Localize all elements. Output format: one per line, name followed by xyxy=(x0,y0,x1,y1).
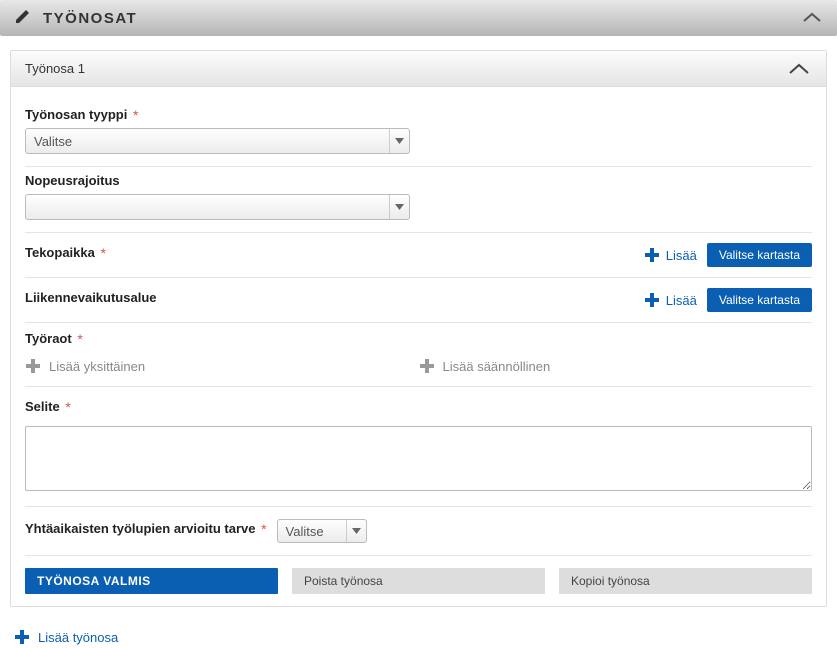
field-tarve: Yhtäaikaisten työlupien arvioitu tarve *… xyxy=(25,507,812,556)
section-header-tyonosat[interactable]: TYÖNOSAT xyxy=(0,0,837,36)
field-tyoraot: Työraot * Lisää yksittäinen Lisää säännö… xyxy=(25,323,812,387)
label-liikenne: Liikennevaikutusalue xyxy=(25,290,157,305)
panel-body: Työnosan tyyppi * Valitse Nopeusrajoitus xyxy=(11,87,826,606)
add-tekopaikka-link[interactable]: Lisää xyxy=(644,247,697,263)
field-tyyppi: Työnosan tyyppi * Valitse xyxy=(25,101,812,167)
field-tekopaikka: Tekopaikka * Lisää Valitse kartasta xyxy=(25,233,812,278)
required-star: * xyxy=(65,399,70,415)
required-star: * xyxy=(100,245,105,261)
label-tarve: Yhtäaikaisten työlupien arvioitu tarve xyxy=(25,521,255,536)
label-tyoraot: Työraot xyxy=(25,331,72,346)
textarea-selite[interactable] xyxy=(25,426,812,491)
remove-button[interactable]: Poista työnosa xyxy=(292,568,545,594)
select-tarve[interactable]: Valitse xyxy=(277,519,367,543)
plus-icon xyxy=(14,629,30,645)
add-liikenne-link[interactable]: Lisää xyxy=(644,292,697,308)
select-nopeus[interactable] xyxy=(25,194,410,220)
chevron-down-icon xyxy=(389,195,409,219)
required-star: * xyxy=(133,107,138,123)
required-star: * xyxy=(77,331,82,347)
add-recurring-label: Lisää säännöllinen xyxy=(443,359,551,374)
add-tyonosa-link[interactable]: Lisää työnosa xyxy=(14,629,118,645)
label-nopeus: Nopeusrajoitus xyxy=(25,173,120,188)
map-tekopaikka-button[interactable]: Valitse kartasta xyxy=(707,243,812,267)
panel-title: Työnosa 1 xyxy=(25,61,85,76)
panel-header[interactable]: Työnosa 1 xyxy=(11,51,826,87)
add-single-label: Lisää yksittäinen xyxy=(49,359,145,374)
field-liikenne: Liikennevaikutusalue Lisää Valitse karta… xyxy=(25,278,812,323)
map-liikenne-button[interactable]: Valitse kartasta xyxy=(707,288,812,312)
panel-tyonosa-1: Työnosa 1 Työnosan tyyppi * Valitse xyxy=(10,50,827,607)
section-title: TYÖNOSAT xyxy=(43,10,137,27)
button-bar: TYÖNOSA VALMIS Poista työnosa Kopioi työ… xyxy=(25,556,812,594)
plus-icon xyxy=(644,292,660,308)
chevron-down-icon xyxy=(346,520,366,542)
copy-button[interactable]: Kopioi työnosa xyxy=(559,568,812,594)
select-tyyppi-value: Valitse xyxy=(34,134,72,149)
plus-icon xyxy=(25,358,41,374)
plus-icon xyxy=(419,358,435,374)
label-tekopaikka: Tekopaikka xyxy=(25,245,95,260)
chevron-up-icon[interactable] xyxy=(801,11,823,25)
field-nopeus: Nopeusrajoitus xyxy=(25,167,812,233)
chevron-down-icon xyxy=(389,129,409,153)
add-label: Lisää xyxy=(666,293,697,308)
label-tyyppi: Työnosan tyyppi xyxy=(25,107,127,122)
add-recurring-timeslot-link[interactable]: Lisää säännöllinen xyxy=(419,358,813,374)
add-tyonosa-label: Lisää työnosa xyxy=(38,630,118,645)
pencil-icon xyxy=(14,8,31,28)
field-selite: Selite * xyxy=(25,387,812,507)
select-tyyppi[interactable]: Valitse xyxy=(25,128,410,154)
label-selite: Selite xyxy=(25,399,60,414)
ready-button[interactable]: TYÖNOSA VALMIS xyxy=(25,568,278,594)
plus-icon xyxy=(644,247,660,263)
add-single-timeslot-link[interactable]: Lisää yksittäinen xyxy=(25,358,419,374)
chevron-up-icon[interactable] xyxy=(786,61,812,77)
add-label: Lisää xyxy=(666,248,697,263)
select-tarve-value: Valitse xyxy=(286,524,324,539)
required-star: * xyxy=(261,521,266,537)
